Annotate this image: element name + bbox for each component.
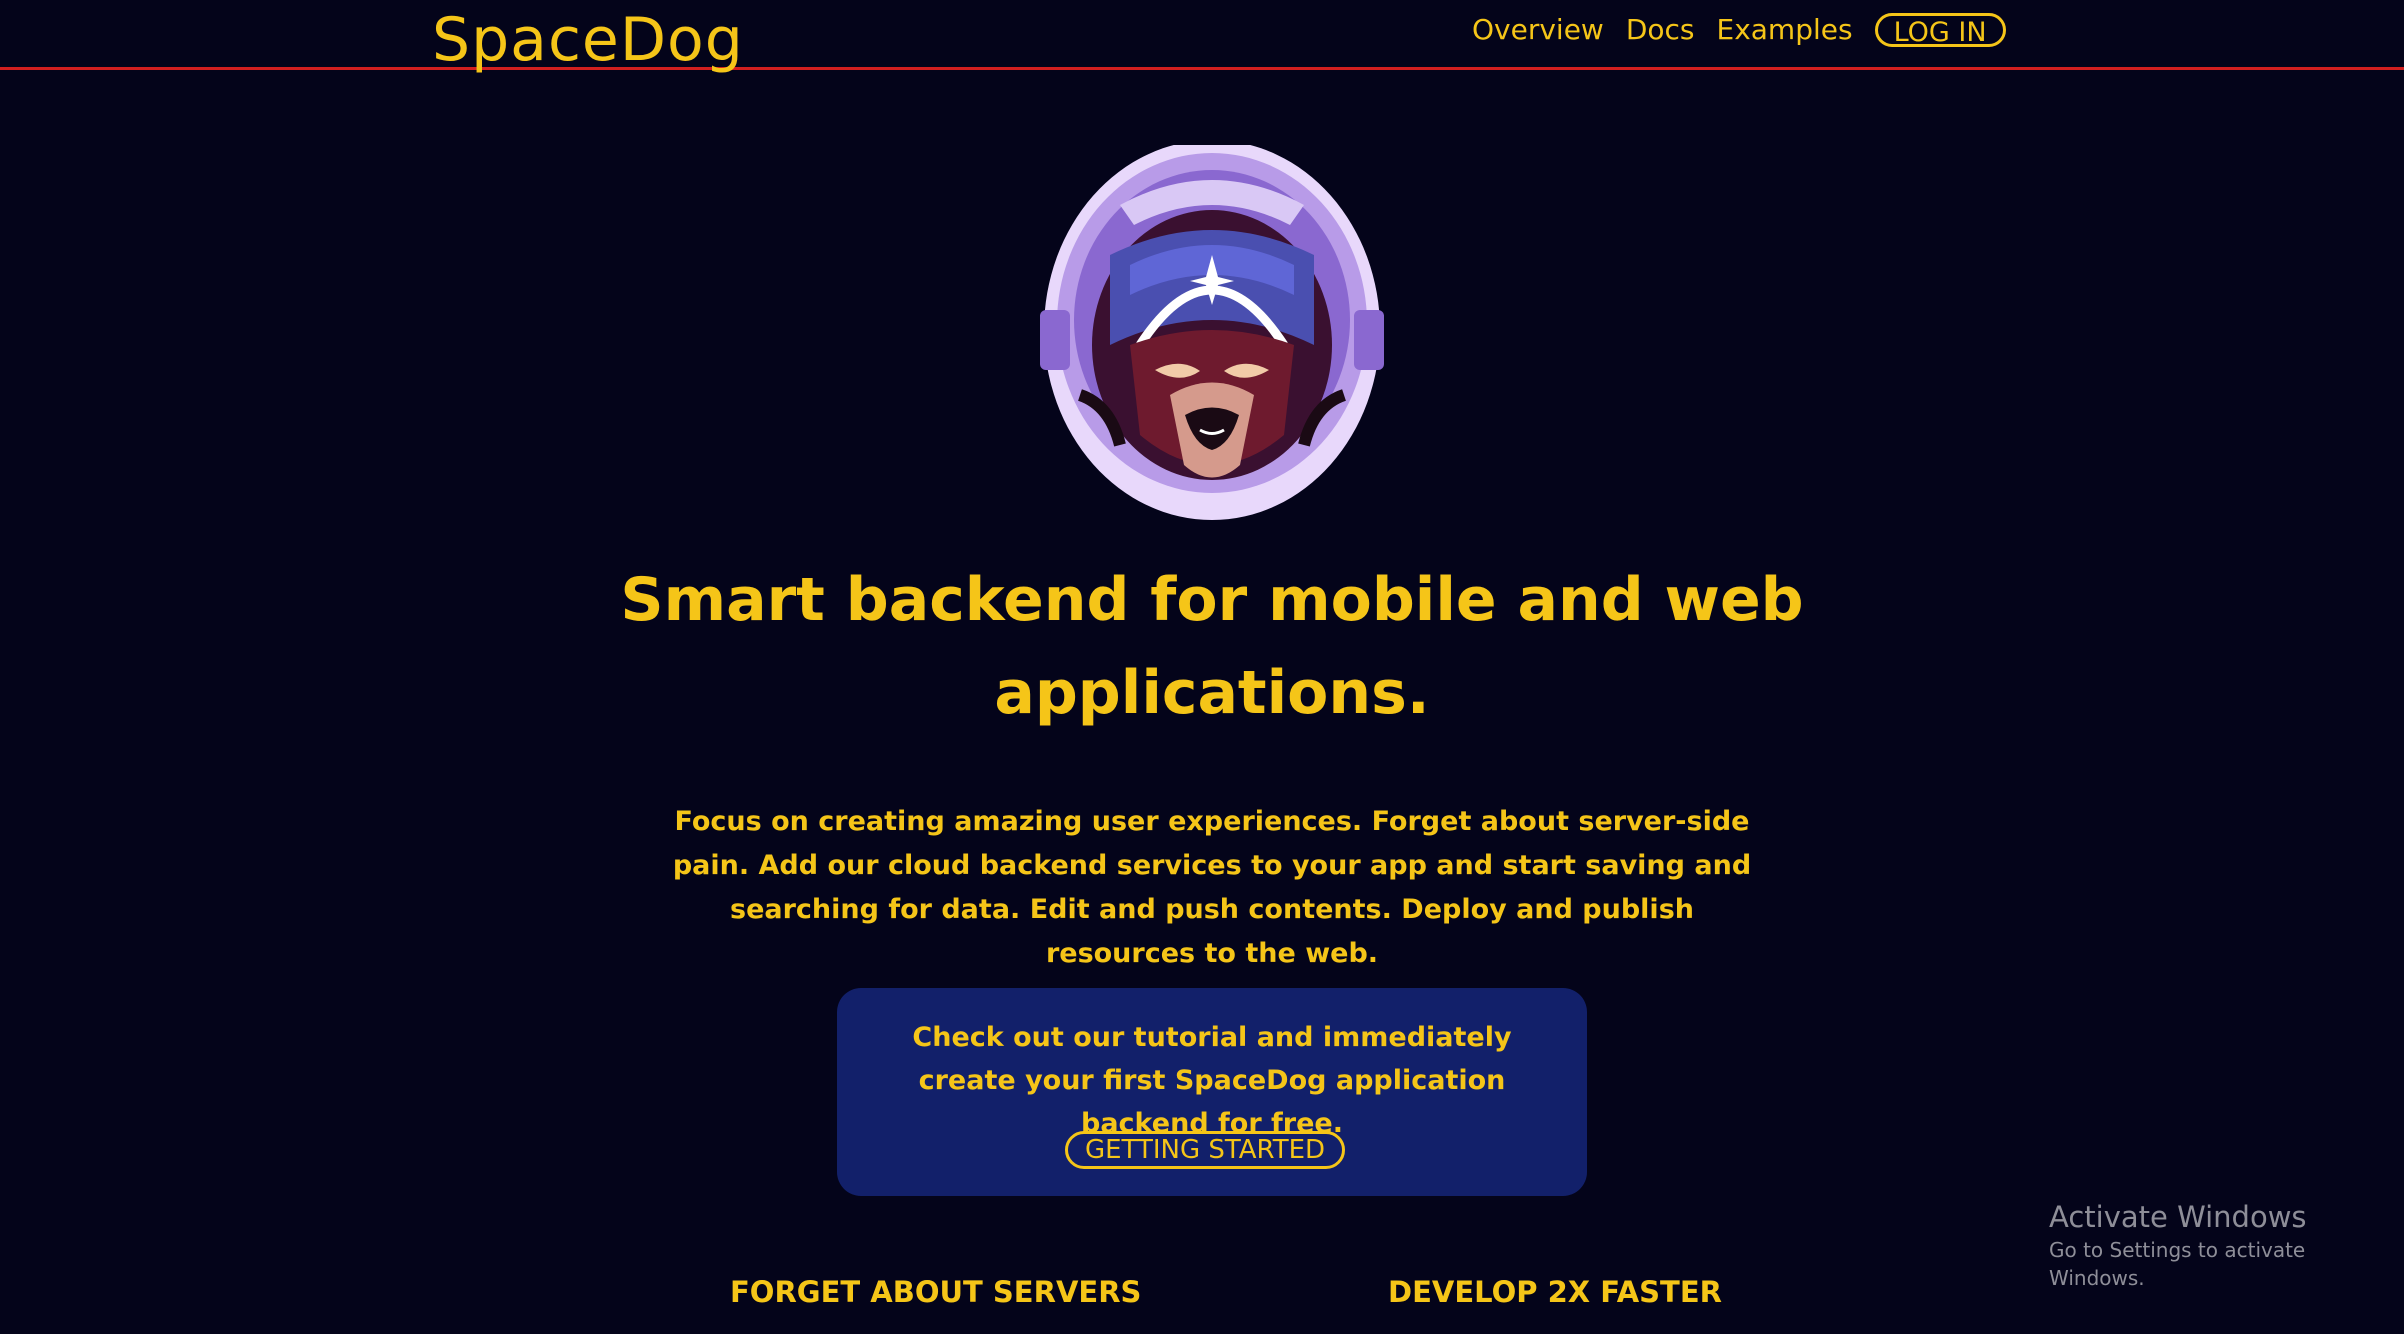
windows-activation-watermark: Activate Windows Go to Settings to activ… bbox=[2049, 1198, 2404, 1292]
top-navigation-bar: SpaceDog Overview Docs Examples LOG IN bbox=[0, 0, 2404, 75]
hero-intro-text: Focus on creating amazing user experienc… bbox=[672, 806, 1752, 969]
hero-headline: Smart backend for mobile and web applica… bbox=[620, 565, 1804, 728]
nav-link-docs[interactable]: Docs bbox=[1626, 12, 1695, 48]
main-nav: Overview Docs Examples LOG IN bbox=[1472, 10, 2006, 50]
nav-link-overview[interactable]: Overview bbox=[1472, 12, 1604, 48]
cta-text: Check out our tutorial and immediately c… bbox=[912, 1022, 1512, 1139]
feature-title-develop: DEVELOP 2X FASTER bbox=[1388, 1275, 1722, 1309]
watermark-title: Activate Windows bbox=[2049, 1200, 2307, 1234]
page: SpaceDog Overview Docs Examples LOG IN S… bbox=[0, 0, 2404, 1334]
watermark-subtitle: Go to Settings to activate Windows. bbox=[2049, 1238, 2306, 1290]
astronaut-dog-icon bbox=[1040, 145, 1384, 520]
getting-started-card: Check out our tutorial and immediately c… bbox=[837, 988, 1587, 1196]
nav-link-examples[interactable]: Examples bbox=[1717, 12, 1853, 48]
feature-title-servers: FORGET ABOUT SERVERS bbox=[730, 1275, 1142, 1309]
brand-logo[interactable]: SpaceDog bbox=[432, 0, 744, 80]
getting-started-button[interactable]: GETTING STARTED bbox=[1065, 1131, 1345, 1169]
login-button[interactable]: LOG IN bbox=[1874, 13, 2006, 48]
